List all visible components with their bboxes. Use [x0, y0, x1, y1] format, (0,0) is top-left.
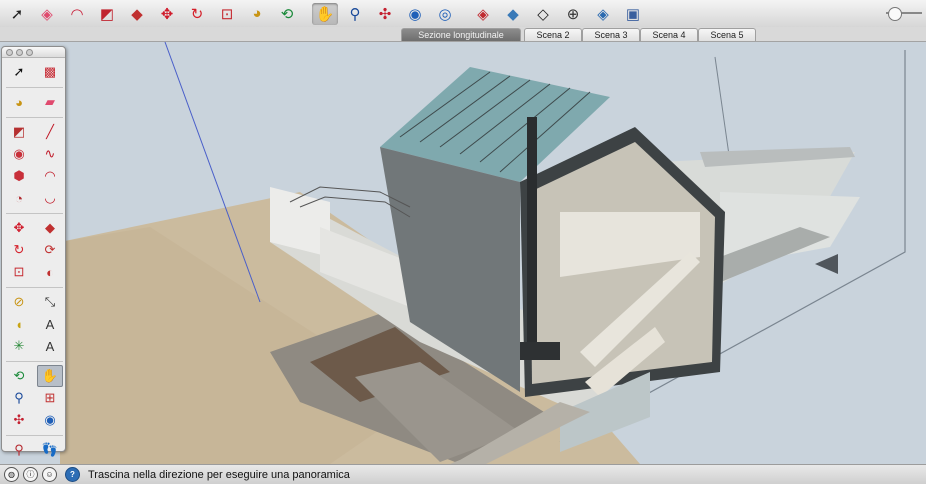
polygon-tool-icon[interactable]: ⬢	[6, 165, 32, 187]
palette-title-bar[interactable]	[2, 47, 65, 58]
select-icon[interactable]: ➚	[4, 3, 30, 25]
tool-palette: ➚▩◕▰◩╱◉∿⬢◠◔◡✥◆↻⟳⊡◐⊘⤡◖A✳A⟲✋⚲⊞✣◉⚲👣◉⊕	[1, 46, 66, 479]
iso-view-icon[interactable]: ◆	[500, 3, 526, 25]
push-pull-icon[interactable]: ◆	[124, 3, 150, 25]
user-icon[interactable]: ☺	[42, 467, 57, 482]
scene-tab[interactable]: Scena 2	[524, 28, 582, 41]
previous-tool-icon[interactable]: ◉	[37, 409, 63, 431]
paint-bucket-icon[interactable]: ◕	[244, 3, 270, 25]
house-section-model[interactable]	[0, 42, 926, 464]
scene-tab[interactable]: Scena 5	[698, 28, 756, 41]
zoom-window-icon[interactable]: ⊞	[37, 387, 63, 409]
status-bar: ◍ ⓘ ☺ ? Trascina nella direzione per ese…	[0, 464, 926, 484]
scene-tab[interactable]: Scena 3	[582, 28, 640, 41]
select-tool-icon[interactable]: ➚	[6, 61, 32, 83]
protractor-icon[interactable]: ◖	[6, 313, 32, 335]
scale-tool-icon[interactable]: ⊡	[6, 261, 32, 283]
arc-icon[interactable]: ◠	[64, 3, 90, 25]
orbit-icon[interactable]: ⟲	[274, 3, 300, 25]
arc-tool-icon[interactable]: ◠	[37, 165, 63, 187]
zoom-tool-icon[interactable]: ⚲	[6, 387, 32, 409]
chimney-flue	[527, 117, 537, 347]
help-icon[interactable]: ?	[65, 467, 80, 482]
scene-tabs-bar: Sezione longitudinale Scena 2 Scena 3 Scena…	[0, 27, 926, 42]
shadows-icon[interactable]: ▣	[620, 3, 646, 25]
line-tool-icon[interactable]: ╱	[37, 121, 63, 143]
walk-tool-icon[interactable]: 👣	[37, 439, 63, 461]
credits-icon[interactable]: ⓘ	[23, 467, 38, 482]
rotate-icon[interactable]: ↻	[184, 3, 210, 25]
zoom-extents-tool-icon[interactable]: ✣	[6, 409, 32, 431]
position-camera-tool-icon[interactable]: ⚲	[6, 439, 32, 461]
eraser-tool-icon[interactable]: ▰	[37, 91, 63, 113]
push-pull-tool-icon[interactable]: ◆	[37, 217, 63, 239]
rectangle-icon[interactable]: ◩	[94, 3, 120, 25]
next-view-icon[interactable]: ◎	[432, 3, 458, 25]
status-message: Trascina nella direzione per eseguire un…	[88, 468, 350, 481]
make-component-icon[interactable]: ▩	[37, 61, 63, 83]
pan-tool-icon[interactable]: ✋	[37, 365, 63, 387]
zoom-window-control-icon[interactable]	[26, 49, 33, 56]
scene-tab[interactable]: Sezione longitudinale	[401, 28, 521, 41]
model-viewport[interactable]	[0, 42, 926, 464]
palette-separator	[6, 283, 63, 288]
three-d-text-icon[interactable]: A	[37, 335, 63, 357]
palette-separator	[6, 431, 63, 436]
rectangle-tool-icon[interactable]: ◩	[6, 121, 32, 143]
paint-bucket-tool-icon[interactable]: ◕	[6, 91, 32, 113]
components-icon[interactable]: ◈	[470, 3, 496, 25]
pie-tool-icon[interactable]: ◔	[6, 187, 32, 209]
palette-separator	[6, 83, 63, 88]
geo-location-icon[interactable]: ◍	[4, 467, 19, 482]
toolbar-slider[interactable]	[886, 6, 922, 21]
slider-knob[interactable]	[888, 7, 902, 21]
palette-separator	[6, 113, 63, 118]
freehand-tool-icon[interactable]: ∿	[37, 143, 63, 165]
pan-icon[interactable]: ✋	[312, 2, 338, 25]
scale-icon[interactable]: ⊡	[214, 3, 240, 25]
rotate-tool-icon[interactable]: ↻	[6, 239, 32, 261]
scene-tab[interactable]: Scena 4	[640, 28, 698, 41]
zoom-extents-icon[interactable]: ✣	[372, 3, 398, 25]
previous-view-icon[interactable]: ◉	[402, 3, 428, 25]
close-icon[interactable]	[6, 49, 13, 56]
orbit-tool-icon[interactable]: ⟲	[6, 365, 32, 387]
move-icon[interactable]: ✥	[154, 3, 180, 25]
follow-me-icon[interactable]: ⟳	[37, 239, 63, 261]
circle-tool-icon[interactable]: ◉	[6, 143, 32, 165]
main-toolbar: ➚ ◈ ◠ ◩ ◆ ✥ ↻ ⊡ ◕ ⟲ ✋ ⚲ ✣ ◉ ◎ ◈ ◆ ◇ ⊕ ◈ ▣	[0, 0, 926, 28]
axes-tool-icon[interactable]: ✳	[6, 335, 32, 357]
zoom-icon[interactable]: ⚲	[342, 3, 368, 25]
top-view-icon[interactable]: ◇	[530, 3, 556, 25]
palette-separator	[6, 357, 63, 362]
tape-measure-icon[interactable]: ⊘	[6, 291, 32, 313]
palette-separator	[6, 209, 63, 214]
dimension-icon[interactable]: ⤡	[37, 291, 63, 313]
move-tool-icon[interactable]: ✥	[6, 217, 32, 239]
minimize-icon[interactable]	[16, 49, 23, 56]
walk-icon[interactable]: ◈	[590, 3, 616, 25]
three-point-arc-icon[interactable]: ◡	[37, 187, 63, 209]
eraser-icon[interactable]: ◈	[34, 3, 60, 25]
offset-tool-icon[interactable]: ◐	[37, 261, 63, 283]
position-camera-icon[interactable]: ⊕	[560, 3, 586, 25]
text-tool-icon[interactable]: A	[37, 313, 63, 335]
